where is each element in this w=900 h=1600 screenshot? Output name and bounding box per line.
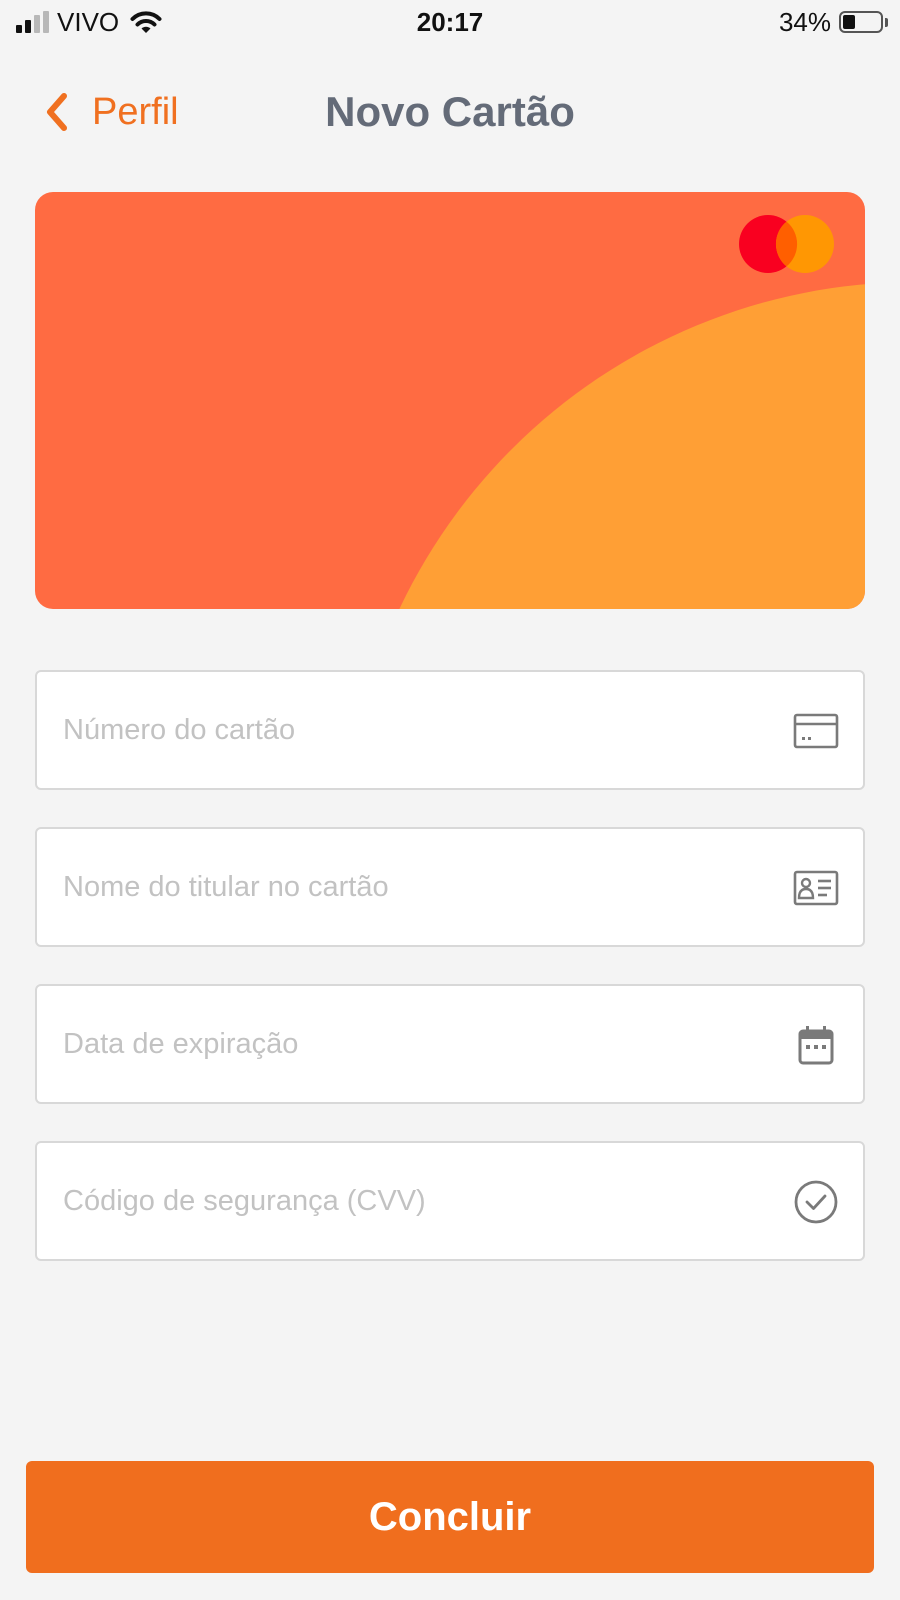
security-code-input[interactable]	[63, 1143, 753, 1259]
mastercard-logo-icon	[739, 215, 834, 273]
credit-card-icon	[793, 713, 839, 749]
expiration-date-field	[35, 984, 865, 1104]
calendar-icon	[798, 1026, 834, 1065]
id-card-icon	[793, 870, 839, 906]
page-title: Novo Cartão	[325, 88, 575, 135]
submit-button[interactable]: Concluir	[26, 1461, 874, 1573]
security-code-field	[35, 1141, 865, 1261]
cardholder-name-field	[35, 827, 865, 947]
card-preview	[35, 192, 865, 609]
navigation-bar: Perfil Novo Cartão	[0, 76, 900, 152]
expiration-date-input[interactable]	[63, 986, 753, 1102]
new-card-screen: VIVO 20:17 34% Perfil Novo Cartão Número…	[0, 0, 900, 1600]
battery-percent: 34%	[778, 6, 831, 37]
card-artwork	[35, 192, 865, 609]
cardholder-name-input[interactable]	[63, 829, 753, 945]
status-bar: VIVO 20:17 34%	[0, 0, 900, 46]
card-number-field	[35, 670, 865, 790]
battery-level-fill	[843, 15, 855, 29]
card-number-input[interactable]	[63, 672, 753, 788]
battery-icon	[839, 11, 883, 33]
status-right: 34%	[779, 6, 888, 38]
check-circle-icon	[794, 1180, 838, 1224]
status-time: 20:17	[416, 7, 484, 37]
battery-cap	[885, 17, 888, 27]
